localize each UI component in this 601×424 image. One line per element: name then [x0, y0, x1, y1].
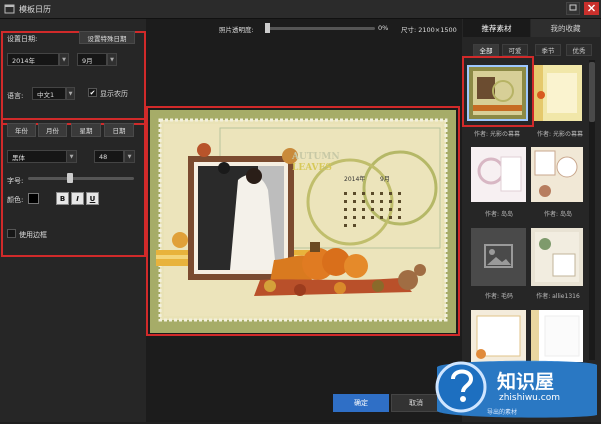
- chevron-down-icon[interactable]: ▼: [66, 87, 75, 100]
- template-thumbnail[interactable]: [531, 147, 583, 202]
- chevron-down-icon[interactable]: ▼: [124, 150, 135, 163]
- chevron-down-icon[interactable]: ▼: [66, 150, 77, 163]
- template-thumbnail[interactable]: [471, 147, 526, 202]
- template-preview-image: [534, 150, 578, 197]
- bold-button[interactable]: B: [56, 192, 69, 205]
- show-lunar-label: 显示农历: [100, 90, 128, 98]
- template-author: 作者: 光影の幕幕: [537, 131, 583, 138]
- color-swatch[interactable]: [28, 193, 39, 204]
- subtab-excellent[interactable]: 优秀: [566, 44, 592, 56]
- slider-handle[interactable]: [265, 23, 270, 33]
- window-title: 模板日历: [19, 5, 51, 14]
- month-select[interactable]: 9月: [77, 53, 107, 66]
- title-bar: 模板日历: [0, 0, 601, 19]
- tab-year[interactable]: 年份: [7, 123, 36, 137]
- scrollbar[interactable]: [589, 60, 595, 360]
- autumn-word: AUTUMN: [292, 152, 340, 162]
- template-thumbnail[interactable]: [471, 228, 526, 286]
- template-thumbnail[interactable]: [533, 65, 582, 121]
- close-icon: [588, 4, 595, 12]
- tab-date[interactable]: 日期: [104, 123, 134, 137]
- watermark-subtext: 导出的素材: [487, 409, 518, 416]
- underline-button[interactable]: U: [86, 192, 99, 205]
- template-author: 作者: 光影の幕幕: [474, 131, 520, 138]
- calendar-app-icon: [4, 3, 15, 14]
- template-author: 作者: 毛码: [485, 293, 513, 300]
- subtab-cute[interactable]: 可爱: [502, 44, 528, 56]
- template-preview-image: [535, 232, 579, 282]
- template-preview-image: [477, 156, 522, 192]
- close-window-button[interactable]: [584, 2, 599, 15]
- selected-template-highlight: [462, 56, 534, 127]
- special-date-button[interactable]: 设置特殊日期: [79, 31, 135, 44]
- tab-week[interactable]: 星期: [71, 123, 101, 137]
- tab-favorites[interactable]: 我的收藏: [531, 19, 600, 37]
- use-border-checkbox[interactable]: [7, 229, 16, 238]
- language-select[interactable]: 中文1: [32, 87, 66, 100]
- template-preview-image: [533, 65, 577, 121]
- year-select[interactable]: 2014年: [7, 53, 59, 66]
- language-label: 语言:: [7, 92, 24, 100]
- chevron-down-icon[interactable]: ▼: [59, 53, 69, 66]
- color-label: 颜色:: [7, 196, 24, 204]
- font-size-label: 字号:: [7, 177, 24, 185]
- image-placeholder-icon: [484, 244, 513, 268]
- template-author: 作者: 岛岛: [544, 211, 572, 218]
- use-border-label: 使用边框: [19, 231, 47, 239]
- opacity-label: 照片透明度:: [219, 26, 254, 34]
- subtab-season[interactable]: 季节: [535, 44, 561, 56]
- calendar-month: 9月: [380, 176, 390, 183]
- checkmark-icon: ✔: [89, 88, 96, 97]
- template-author: 作者: allie1316: [536, 293, 580, 300]
- font-size-slider[interactable]: [28, 177, 134, 180]
- chevron-down-icon[interactable]: ▼: [107, 53, 117, 66]
- watermark-name: 知识屋: [497, 371, 555, 393]
- template-author: 作者: 岛岛: [485, 211, 513, 218]
- autumn-template-artwork: [150, 110, 456, 333]
- slider-handle[interactable]: [67, 173, 74, 183]
- scrollbar-thumb[interactable]: [589, 62, 595, 122]
- leaves-word: LEAVES: [292, 163, 332, 173]
- photo-opacity-slider[interactable]: [265, 27, 375, 30]
- image-size-label: 尺寸: 2100×1500: [401, 26, 457, 34]
- calendar-year: 2014年: [344, 176, 366, 183]
- italic-button[interactable]: I: [71, 192, 84, 205]
- date-settings-highlight: [1, 31, 146, 125]
- restore-window-button[interactable]: [566, 2, 580, 15]
- watermark-url: zhishiwu.com: [499, 393, 560, 403]
- subtab-all[interactable]: 全部: [473, 44, 499, 56]
- show-lunar-checkbox[interactable]: ✔: [88, 88, 97, 97]
- template-thumbnail[interactable]: [531, 228, 583, 286]
- tab-month[interactable]: 月份: [38, 123, 67, 137]
- set-date-label: 设置日期:: [7, 35, 38, 43]
- opacity-value: 0%: [378, 24, 389, 32]
- watermark-logo: 知识屋 zhishiwu.com 导出的素材: [425, 355, 601, 422]
- tab-recommended[interactable]: 推荐素材: [463, 19, 530, 37]
- calendar-canvas[interactable]: AUTUMN LEAVES 2014年 9月: [150, 110, 456, 333]
- font-select[interactable]: 黑体: [7, 150, 67, 163]
- ok-button[interactable]: 确定: [333, 394, 389, 412]
- font-size-select[interactable]: 48: [94, 150, 124, 163]
